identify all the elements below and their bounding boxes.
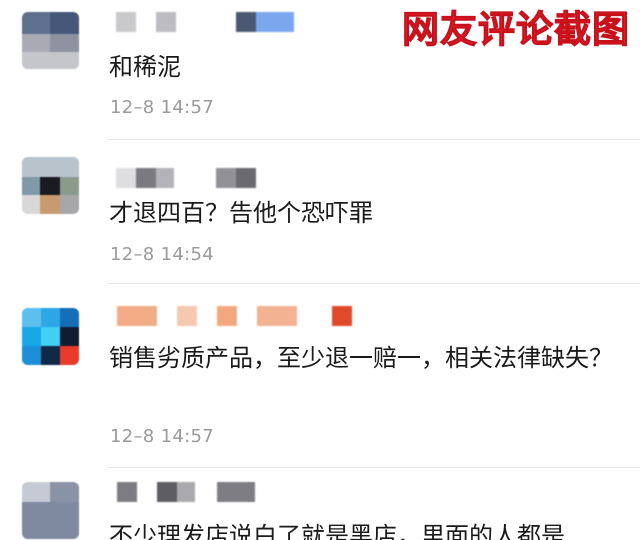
comment-text: 不少理发店说白了就是黑店，里面的人都是 (109, 522, 565, 540)
avatar[interactable] (22, 157, 79, 214)
avatar[interactable] (22, 12, 79, 69)
comment-item: 不少理发店说白了就是黑店，里面的人都是 (0, 468, 640, 540)
avatar[interactable] (22, 308, 79, 365)
comment-text: 销售劣质产品，至少退一赔一，相关法律缺失？ (109, 344, 613, 372)
comment-text: 才退四百？告他个恐吓罪 (109, 199, 373, 227)
username-mosaic[interactable] (116, 12, 296, 34)
comment-time: 12–8 14:57 (110, 97, 214, 118)
comment-screenshot: 网友评论截图 和稀泥 12–8 14:57 才退四百？告他个恐吓罪 12–8 1… (0, 0, 640, 540)
comment-item: 和稀泥 12–8 14:57 (0, 0, 640, 140)
comment-item: 才退四百？告他个恐吓罪 12–8 14:54 (0, 140, 640, 284)
comment-time: 12–8 14:57 (110, 426, 214, 447)
username-mosaic[interactable] (116, 168, 266, 190)
comment-time: 12–8 14:54 (110, 244, 214, 265)
comment-text: 和稀泥 (109, 53, 181, 81)
username-mosaic[interactable] (117, 482, 267, 504)
comment-item: 销售劣质产品，至少退一赔一，相关法律缺失？ 12–8 14:57 (0, 284, 640, 468)
avatar[interactable] (22, 482, 79, 539)
username-mosaic[interactable] (117, 306, 357, 328)
